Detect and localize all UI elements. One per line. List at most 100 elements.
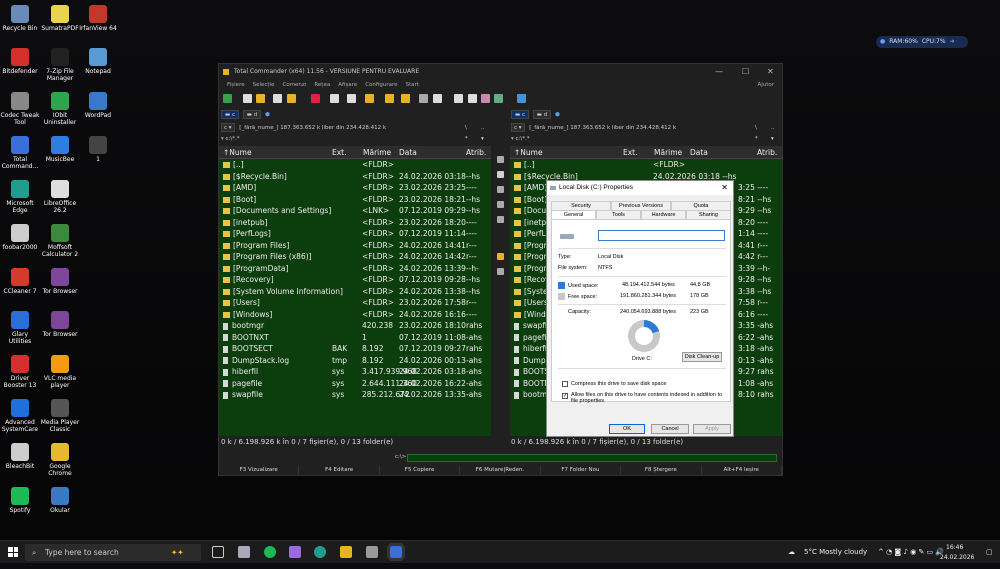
file-row[interactable]: [Program Files] <FLDR> 24.02.2026 14:41 r--…: [219, 240, 491, 252]
toolbar-button-icon[interactable]: [347, 94, 356, 103]
desktop-icon[interactable]: Recycle Bin: [0, 5, 40, 32]
dialog-tab[interactable]: Tools: [596, 210, 641, 219]
notification-icon[interactable]: ▢: [986, 541, 993, 564]
toolbar-button-icon[interactable]: [385, 94, 394, 103]
menu-item[interactable]: Rețea: [314, 82, 330, 88]
menu-item[interactable]: Start: [406, 82, 419, 88]
desktop-icon[interactable]: Tor Browser: [40, 311, 80, 338]
right-drive-c-button[interactable]: ▬ c: [511, 110, 529, 119]
desktop-icon[interactable]: Tor Browser: [40, 268, 80, 295]
col-date[interactable]: Data: [690, 146, 708, 159]
left-drive-c-button[interactable]: ▬ c: [221, 110, 239, 119]
toolbar-button-icon[interactable]: [481, 94, 490, 103]
desktop-icon[interactable]: foobar2000: [0, 224, 40, 251]
toolbar-button-icon[interactable]: [311, 94, 320, 103]
menu-item[interactable]: Fișiere: [227, 82, 245, 88]
col-size[interactable]: Mărime: [654, 146, 682, 159]
desktop-icon[interactable]: IObit Uninstaller: [40, 92, 80, 126]
file-row[interactable]: [inetpub] <FLDR> 23.02.2026 18:20 ----: [219, 217, 491, 229]
col-attr[interactable]: Atrib.: [466, 146, 486, 159]
desktop-icon[interactable]: 7-Zip File Manager: [40, 48, 80, 82]
toolbar-button-icon[interactable]: [454, 94, 463, 103]
desktop-icon[interactable]: 1: [78, 136, 118, 163]
left-drive-select[interactable]: c ▾: [221, 123, 235, 132]
dialog-tab[interactable]: Security: [551, 201, 611, 210]
apply-button[interactable]: Apply: [693, 424, 731, 434]
desktop-icon[interactable]: LibreOffice 26.2: [40, 180, 80, 214]
desktop-icon[interactable]: Total Command...: [0, 136, 40, 170]
file-row[interactable]: hiberfil sys 3.417.939.968 24.02.2026 03:18…: [219, 366, 491, 378]
maximize-button[interactable]: ☐: [742, 64, 749, 80]
col-attr[interactable]: Atrib.: [757, 146, 777, 159]
network-icon[interactable]: ⬢: [265, 112, 270, 118]
desktop-icon[interactable]: Spotify: [0, 487, 40, 514]
task-view-icon[interactable]: [212, 546, 224, 558]
desktop-icon[interactable]: Glary Utilities: [0, 311, 40, 345]
delete-icon[interactable]: [496, 201, 504, 208]
function-key-button[interactable]: F4 Editare: [299, 465, 380, 476]
weather[interactable]: 5°C Mostly cloudy: [804, 541, 867, 564]
file-row[interactable]: [AMD] <FLDR> 23.02.2026 23:25 ----: [219, 182, 491, 194]
system-monitor-widget[interactable]: ● RAM:60% CPU:7% ➜: [876, 36, 968, 48]
spotify-icon[interactable]: [264, 546, 276, 558]
tray-icons[interactable]: ^ ◔ ◙ ♪ ◉ ✎ ▭ 🔊: [878, 541, 944, 564]
function-key-button[interactable]: F3 Vizualizare: [219, 465, 300, 476]
col-name[interactable]: ↑ Nume: [223, 146, 252, 159]
file-row[interactable]: DumpStack.log tmp 8.192 24.02.2026 00:13 -ah…: [219, 355, 491, 367]
close-button[interactable]: ✕: [767, 64, 774, 80]
volume-name-input[interactable]: [598, 230, 725, 241]
weather-icon[interactable]: ☁: [788, 541, 795, 564]
file-row[interactable]: [System Volume Information] <FLDR> 24.02.2…: [219, 286, 491, 298]
toolbar-button-icon[interactable]: [256, 94, 265, 103]
left-file-panel[interactable]: ↑ Nume Ext. Mărime Data Atrib. [..] <FLDR>…: [219, 146, 491, 436]
desktop-icon[interactable]: VLC media player: [40, 355, 80, 389]
menu-help[interactable]: Ajutor: [757, 81, 774, 90]
file-row[interactable]: [Recovery] <FLDR> 07.12.2019 09:28 --hs: [219, 274, 491, 286]
col-date[interactable]: Data: [399, 146, 417, 159]
toolbar-button-icon[interactable]: [433, 94, 442, 103]
start-button[interactable]: [8, 547, 18, 557]
function-key-button[interactable]: F7 Folder Nou: [541, 465, 622, 476]
dialog-tab[interactable]: General: [551, 210, 596, 219]
right-root-button[interactable]: \: [755, 123, 757, 133]
desktop-icon[interactable]: Bitdefender: [0, 48, 40, 75]
toolbar-button-icon[interactable]: [468, 94, 477, 103]
file-row[interactable]: [ProgramData] <FLDR> 24.02.2026 13:39 --h-: [219, 263, 491, 275]
desktop-icon[interactable]: BleachBit: [0, 443, 40, 470]
desktop-icon[interactable]: IrfanView 64: [78, 5, 118, 32]
left-path-bar[interactable]: ▾ c:\*.* * ▾: [221, 135, 491, 144]
dialog-tab[interactable]: Previous Versions: [611, 201, 671, 210]
dialog-tab[interactable]: Quota: [671, 201, 731, 210]
edge-icon[interactable]: [314, 546, 326, 558]
app-icon[interactable]: [366, 546, 378, 558]
desktop-icon[interactable]: Microsoft Edge: [0, 180, 40, 214]
dialog-tab[interactable]: Hardware: [641, 210, 686, 219]
toolbar-button-icon[interactable]: [223, 94, 232, 103]
col-size[interactable]: Mărime: [363, 146, 391, 159]
toolbar-button-icon[interactable]: [273, 94, 282, 103]
function-key-button[interactable]: F5 Copiere: [380, 465, 461, 476]
file-row[interactable]: [Windows] <FLDR> 24.02.2026 16:16 ----: [219, 309, 491, 321]
left-drive-d-button[interactable]: ▬ d: [242, 110, 262, 119]
file-row[interactable]: swapfile sys 285.212.672 24.02.2026 13:35 -a…: [219, 389, 491, 401]
toolbar-button-icon[interactable]: [330, 94, 339, 103]
toolbar-button-icon[interactable]: [419, 94, 428, 103]
desktop-icon[interactable]: Google Chrome: [40, 443, 80, 477]
file-explorer-icon[interactable]: [340, 546, 352, 558]
pack-icon[interactable]: [496, 268, 504, 275]
file-row[interactable]: [..] <FLDR>: [510, 159, 782, 171]
menu-item[interactable]: Comenzi: [282, 82, 306, 88]
move-icon[interactable]: [496, 171, 504, 178]
right-path-bar[interactable]: ▾ c:\*.* * ▾: [511, 135, 781, 144]
file-row[interactable]: [Program Files (x86)] <FLDR> 24.02.2026 14…: [219, 251, 491, 263]
dialog-tab[interactable]: Sharing: [686, 210, 731, 219]
file-row[interactable]: [Users] <FLDR> 23.02.2026 17:58 r---: [219, 297, 491, 309]
file-row[interactable]: BOOTNXT 1 07.12.2019 11:08 -ahs: [219, 332, 491, 344]
col-ext[interactable]: Ext.: [332, 146, 347, 159]
right-drive-d-button[interactable]: ▬ d: [532, 110, 552, 119]
left-root-button[interactable]: \: [465, 123, 467, 133]
newfolder-icon[interactable]: [496, 186, 504, 193]
edit-icon[interactable]: [496, 216, 504, 223]
toolbar-button-icon[interactable]: [494, 94, 503, 103]
compress-checkbox[interactable]: [562, 381, 568, 387]
